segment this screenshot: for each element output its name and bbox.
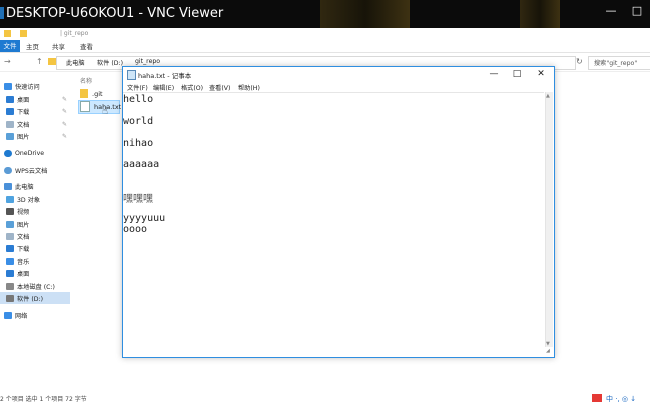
text-line: oooo	[123, 224, 148, 235]
nav-downloads[interactable]: 下载 ✎	[6, 105, 67, 117]
scroll-down-icon[interactable]: ▼	[546, 341, 550, 347]
text-file-icon	[80, 101, 90, 112]
pin-icon[interactable]: ✎	[62, 108, 67, 115]
folder-icon	[4, 30, 11, 37]
nav-desktop[interactable]: 桌面 ✎	[6, 93, 67, 105]
refresh-icon[interactable]: ↻	[576, 57, 583, 66]
nav-pc-documents[interactable]: 文档	[6, 230, 29, 242]
vnc-minimize-button[interactable]: —	[598, 0, 624, 22]
notepad-minimize-button[interactable]: —	[482, 67, 506, 81]
column-header-name[interactable]: 名称	[80, 76, 92, 85]
menu-help[interactable]: 帮助(H)	[238, 83, 260, 92]
download-icon	[6, 244, 14, 252]
nav-pictures[interactable]: 图片 ✎	[6, 130, 67, 142]
drive-icon	[6, 294, 14, 302]
tab-view[interactable]: 查看	[80, 41, 93, 51]
desktop-icon	[6, 95, 14, 103]
back-arrow-icon[interactable]: →	[4, 57, 11, 66]
scroll-up-icon[interactable]: ▲	[546, 93, 550, 99]
mouse-cursor-icon: ☝	[102, 106, 109, 117]
folder-icon	[80, 89, 88, 98]
music-icon	[6, 257, 14, 265]
text-line: world	[123, 116, 154, 127]
desktop-icon	[6, 269, 14, 277]
tab-home[interactable]: 主页	[26, 41, 39, 51]
ribbon	[0, 40, 650, 53]
nav-onedrive[interactable]: OneDrive	[4, 147, 44, 159]
document-icon	[6, 120, 14, 128]
text-line: yyyyuuu	[123, 213, 166, 224]
file-row[interactable]: .git	[80, 89, 103, 98]
tab-file[interactable]: 文件	[0, 40, 20, 52]
star-icon	[4, 82, 12, 90]
nav-drive-d[interactable]: 软件 (D:)	[6, 292, 43, 304]
nav-this-pc[interactable]: 此电脑	[4, 180, 34, 192]
vnc-maximize-button[interactable]: □	[624, 0, 650, 22]
text-line: hello	[123, 94, 154, 105]
nav-pc-downloads[interactable]: 下载	[6, 242, 29, 254]
menu-file[interactable]: 文件(F)	[127, 83, 148, 92]
pin-icon[interactable]: ✎	[62, 121, 67, 128]
notepad-icon	[127, 70, 136, 80]
text-line: 嘿嘿嘿	[123, 194, 153, 205]
breadcrumb-this-pc[interactable]: 此电脑	[66, 58, 85, 67]
nav-pc-pictures[interactable]: 图片	[6, 218, 29, 230]
notepad-maximize-button[interactable]: □	[505, 67, 529, 81]
download-icon	[6, 107, 14, 115]
breadcrumb-drive-d[interactable]: 软件 (D:)	[97, 58, 123, 67]
nav-wps-cloud[interactable]: WPS云文档	[4, 164, 47, 176]
nav-quick-access[interactable]: 快速访问	[4, 80, 40, 92]
cloud-icon	[4, 149, 12, 157]
nav-network[interactable]: 网络	[4, 309, 27, 321]
notepad-vertical-scrollbar[interactable]	[545, 92, 553, 347]
network-icon	[4, 311, 12, 319]
folder-icon	[48, 58, 56, 65]
document-icon	[6, 232, 14, 240]
vnc-app-icon	[0, 7, 4, 19]
cloud-icon	[4, 166, 12, 174]
notepad-title: haha.txt - 记事本	[138, 72, 192, 80]
quick-access-toolbar	[0, 28, 650, 40]
file-row[interactable]: haha.txt	[80, 101, 121, 112]
nav-3d-objects[interactable]: 3D 对象	[6, 193, 40, 205]
nav-pc-desktop[interactable]: 桌面	[6, 267, 29, 279]
notepad-close-button[interactable]: ✕	[529, 67, 553, 81]
nav-drive-c[interactable]: 本地磁盘 (C:)	[6, 280, 55, 292]
title-decoration	[520, 0, 560, 28]
picture-icon	[6, 220, 14, 228]
nav-documents[interactable]: 文档 ✎	[6, 118, 67, 130]
video-icon	[6, 207, 14, 215]
nav-videos[interactable]: 视频	[6, 205, 29, 217]
qat-folder-name: | git_repo	[60, 30, 89, 37]
up-arrow-icon[interactable]: ↑	[36, 57, 43, 66]
computer-icon	[4, 182, 12, 190]
notepad-text-area[interactable]	[123, 92, 544, 356]
menu-view[interactable]: 查看(V)	[209, 83, 230, 92]
ime-logo-icon[interactable]	[592, 394, 602, 402]
tab-share[interactable]: 共享	[52, 41, 65, 51]
folder-icon[interactable]	[20, 30, 27, 37]
picture-icon	[6, 132, 14, 140]
menu-edit[interactable]: 编辑(E)	[153, 83, 174, 92]
resize-grip-icon[interactable]: ◢	[546, 348, 550, 354]
vnc-window-title: DESKTOP-U6OKOU1 - VNC Viewer	[6, 6, 224, 21]
text-line: aaaaaa	[123, 159, 160, 170]
nav-music[interactable]: 音乐	[6, 255, 29, 267]
pin-icon[interactable]: ✎	[62, 96, 67, 103]
pin-icon[interactable]: ✎	[62, 133, 67, 140]
search-placeholder: 搜索"git_repo"	[594, 60, 638, 67]
text-line: nihao	[123, 138, 154, 149]
title-decoration	[320, 0, 410, 28]
cube-icon	[6, 195, 14, 203]
breadcrumb-git-repo[interactable]: git_repo	[135, 58, 160, 65]
drive-icon	[6, 282, 14, 290]
tray-icons[interactable]: 中 ·, ◎ ↓	[606, 394, 636, 404]
menu-format[interactable]: 格式(O)	[181, 83, 203, 92]
